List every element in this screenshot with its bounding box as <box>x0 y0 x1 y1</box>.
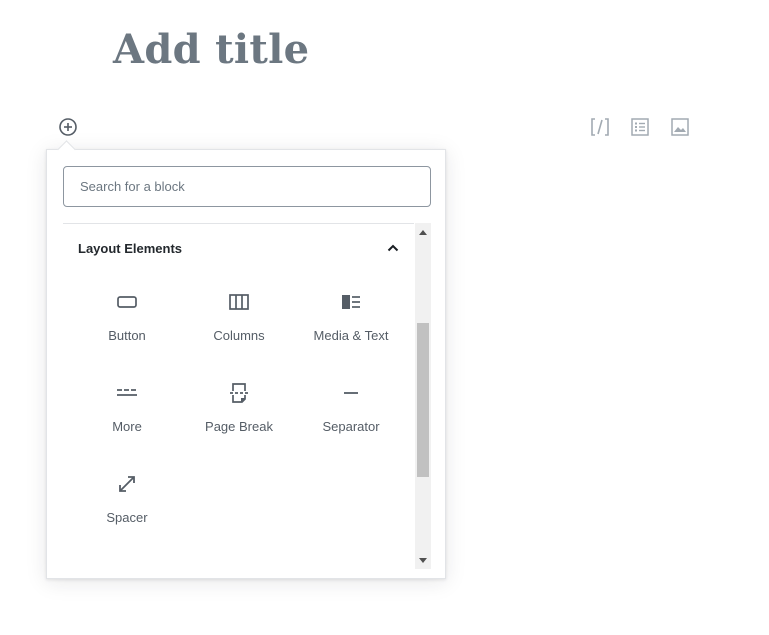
page-break-icon <box>227 381 251 405</box>
layout-elements-panel-toggle[interactable]: Layout Elements <box>63 224 414 272</box>
block-label: Media & Text <box>313 328 389 343</box>
block-media-text[interactable]: Media & Text <box>295 281 407 372</box>
scroll-down-arrow[interactable] <box>415 552 431 569</box>
block-label: Spacer <box>106 510 148 525</box>
block-label: Separator <box>322 419 380 434</box>
scroll-thumb[interactable] <box>417 323 429 477</box>
scroll-up-arrow[interactable] <box>415 223 431 240</box>
columns-icon <box>227 290 251 314</box>
block-inserter-popover: Layout Elements Button <box>46 149 446 579</box>
button-icon <box>115 290 139 314</box>
block-label: Page Break <box>205 419 273 434</box>
list-icon <box>631 118 649 136</box>
post-title[interactable]: Add title <box>113 24 309 76</box>
add-list-button[interactable] <box>628 115 652 139</box>
quick-insert-toolbar <box>588 115 692 139</box>
block-spacer[interactable]: Spacer <box>71 463 183 554</box>
plus-circle-icon <box>59 118 77 136</box>
block-separator[interactable]: Separator <box>295 372 407 463</box>
panel-title: Layout Elements <box>78 240 183 256</box>
block-label: Button <box>108 328 146 343</box>
block-results: Layout Elements Button Columns Media & T… <box>63 223 431 569</box>
image-icon <box>671 118 689 136</box>
add-block-button[interactable] <box>56 115 80 139</box>
add-image-button[interactable] <box>668 115 692 139</box>
more-icon <box>115 381 139 405</box>
block-grid: Button Columns Media & Text More Page Br… <box>71 281 407 554</box>
chevron-up-icon <box>386 241 400 255</box>
block-columns[interactable]: Columns <box>183 281 295 372</box>
block-more[interactable]: More <box>71 372 183 463</box>
results-scrollbar[interactable] <box>415 223 431 569</box>
separator-icon <box>339 381 363 405</box>
spacer-icon <box>115 472 139 496</box>
block-button[interactable]: Button <box>71 281 183 372</box>
add-shortcode-button[interactable] <box>588 115 612 139</box>
block-label: Columns <box>213 328 265 343</box>
block-label: More <box>112 419 142 434</box>
block-search-input[interactable] <box>63 166 431 207</box>
block-page-break[interactable]: Page Break <box>183 372 295 463</box>
media-text-icon <box>339 290 363 314</box>
shortcode-icon <box>591 118 609 136</box>
